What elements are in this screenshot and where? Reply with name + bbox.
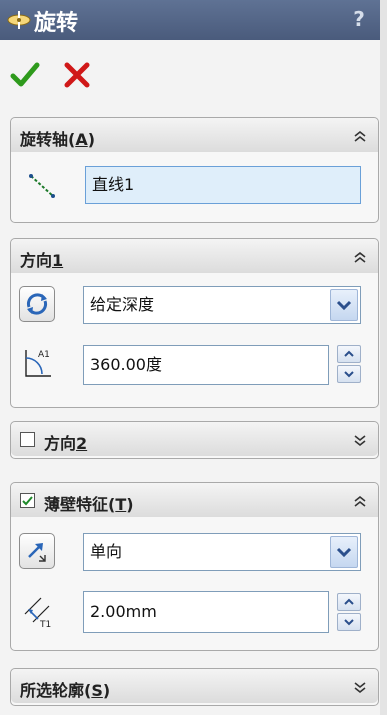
section-direction1: 方向1 给定深度 A1 360.00度	[10, 238, 379, 408]
svg-text:T1: T1	[39, 620, 51, 628]
checkmark-icon	[22, 496, 33, 506]
section-direction1-title: 方向1	[20, 251, 64, 270]
revolve-feature-icon	[7, 11, 31, 29]
dropdown-arrow[interactable]	[330, 289, 358, 321]
angle-input[interactable]: 360.00度	[83, 345, 329, 385]
section-thin-feature-title: 薄壁特征(T)	[44, 495, 134, 514]
collapse-chevron-icon[interactable]	[352, 494, 368, 508]
axis-selection-box[interactable]: 直线1	[85, 166, 361, 204]
spin-down-button[interactable]	[337, 365, 361, 383]
chevron-down-icon	[336, 300, 352, 311]
thin-type-value: 单向	[90, 542, 123, 561]
end-condition-select[interactable]: 给定深度	[83, 286, 361, 324]
action-bar	[0, 40, 380, 110]
spin-up-button[interactable]	[337, 345, 361, 363]
collapse-chevron-icon[interactable]	[352, 250, 368, 264]
section-selected-contours-title: 所选轮廓(S)	[20, 681, 111, 700]
section-axis-header[interactable]: 旋转轴(A)	[11, 118, 378, 152]
angle-icon: A1	[25, 350, 51, 377]
chevron-down-icon	[344, 371, 354, 378]
thickness-icon: T1	[24, 597, 51, 628]
cancel-button[interactable]	[62, 60, 92, 90]
section-selected-contours-header[interactable]: 所选轮廓(S)	[11, 669, 378, 703]
dropdown-arrow[interactable]	[330, 536, 358, 568]
panel-edge	[380, 0, 387, 715]
chevron-up-icon	[344, 350, 354, 357]
chevron-down-icon	[344, 619, 354, 626]
expand-chevron-icon[interactable]	[352, 433, 368, 447]
angle-spinner[interactable]	[337, 345, 361, 383]
ok-button[interactable]	[10, 60, 40, 90]
section-direction2-title: 方向2	[44, 434, 88, 453]
section-axis-title: 旋转轴(A)	[20, 130, 96, 149]
title-bar: 旋转 ?	[0, 0, 380, 40]
end-condition-value: 给定深度	[90, 295, 155, 314]
thin-feature-checkbox[interactable]	[20, 493, 35, 508]
thin-wall-reverse-button[interactable]	[19, 533, 55, 569]
svg-text:A1: A1	[38, 350, 50, 360]
thin-wall-direction-icon	[28, 543, 46, 562]
section-thin-feature-header[interactable]: 薄壁特征(T)	[11, 483, 378, 517]
direction2-checkbox[interactable]	[20, 432, 35, 447]
help-button[interactable]: ?	[346, 6, 372, 32]
section-direction2-header[interactable]: 方向2	[11, 422, 378, 456]
spin-down-button[interactable]	[337, 613, 361, 631]
panel-title: 旋转	[34, 11, 79, 36]
collapse-chevron-icon[interactable]	[352, 129, 368, 143]
thickness-spinner[interactable]	[337, 593, 361, 631]
thickness-input[interactable]: 2.00mm	[83, 591, 329, 633]
chevron-down-icon	[336, 547, 352, 558]
spin-up-button[interactable]	[337, 593, 361, 611]
chevron-up-icon	[344, 598, 354, 605]
property-manager-panel: 旋转 ? 旋转轴(A) 直线1 方向1 给定深度 A1 360.00度 方向2 …	[0, 0, 381, 715]
section-axis: 旋转轴(A) 直线1	[10, 117, 379, 223]
reverse-direction-button[interactable]	[19, 286, 55, 322]
section-thin-feature: 薄壁特征(T) 单向 T1 2.00mm	[10, 482, 379, 651]
section-direction1-header[interactable]: 方向1	[11, 239, 378, 273]
reverse-direction-icon	[26, 293, 48, 315]
section-selected-contours: 所选轮廓(S)	[10, 668, 379, 706]
line-entity-icon	[29, 174, 55, 198]
section-direction2: 方向2	[10, 421, 379, 459]
expand-chevron-icon[interactable]	[352, 680, 368, 694]
thin-type-select[interactable]: 单向	[83, 533, 361, 571]
